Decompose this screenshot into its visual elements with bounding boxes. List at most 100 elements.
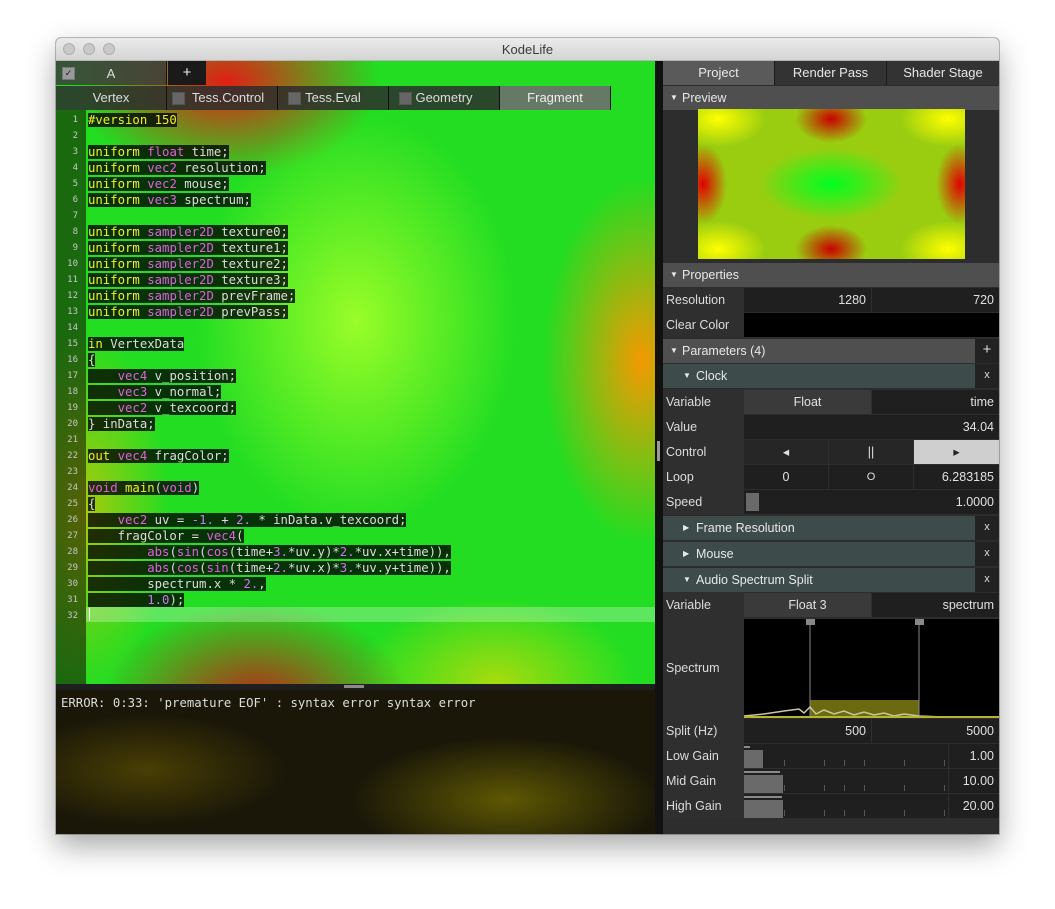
high-split-handle[interactable] (915, 619, 924, 625)
loop-toggle-button[interactable]: O (829, 465, 913, 489)
code-line[interactable]: abs(cos(sin(time+2.*uv.x)*3.*uv.y+time))… (88, 561, 451, 576)
tab-project[interactable]: Project (663, 61, 775, 85)
code-line[interactable]: { (88, 497, 96, 512)
clock-control-label: Control (666, 445, 707, 459)
code-line[interactable]: uniform vec3 spectrum; (88, 193, 251, 208)
chevron-right-icon: ▶ (683, 523, 690, 532)
split-low-field[interactable]: 500 (744, 719, 871, 743)
high-gain-meter[interactable] (744, 794, 948, 818)
pane-splitter[interactable] (655, 61, 663, 834)
speed-slider-handle[interactable] (746, 493, 759, 511)
code-line[interactable]: uniform sampler2D prevPass; (88, 305, 288, 320)
remove-mouse-button[interactable]: x (975, 542, 999, 566)
remove-frame-resolution-button[interactable]: x (975, 516, 999, 540)
code-line[interactable]: 1.0); (88, 593, 185, 608)
resolution-height-field[interactable]: 720 (872, 288, 999, 312)
code-line[interactable]: uniform vec2 resolution; (88, 161, 266, 176)
clock-loop-label: Loop (666, 470, 694, 484)
tab-geometry[interactable]: Geometry (389, 86, 500, 110)
line-number: 6 (72, 195, 78, 205)
clock-speed-slider[interactable]: 1.0000 (744, 490, 999, 514)
clock-variable-name-field[interactable]: time (872, 390, 999, 414)
preview-section-header[interactable]: ▼ Preview (663, 86, 999, 110)
clock-value-field[interactable]: 34.04 (744, 415, 999, 439)
mid-gain-meter[interactable] (744, 769, 948, 793)
line-number: 22 (67, 451, 78, 461)
code-line[interactable]: abs(sin(cos(time+3.*uv.y)*2.*uv.x+time))… (88, 545, 451, 560)
clock-rewind-button[interactable]: ◂ (744, 440, 828, 464)
add-parameter-button[interactable]: + (975, 339, 999, 363)
code-line[interactable]: vec3 v_normal; (88, 385, 222, 400)
clock-loop-row: Loop 0 O 6.283185 (663, 465, 999, 489)
add-document-button[interactable]: + (168, 61, 206, 85)
loop-end-field[interactable]: 6.283185 (914, 465, 999, 489)
low-gain-value[interactable]: 1.00 (949, 744, 999, 768)
tab-tess-eval[interactable]: Tess.Eval (278, 86, 389, 110)
high-gain-label: High Gain (666, 799, 722, 813)
audio-type-select[interactable]: Float 3 (744, 593, 871, 617)
clear-color-swatch[interactable] (744, 313, 999, 337)
code-line[interactable]: void main(void) (88, 481, 200, 496)
resolution-width-field[interactable]: 1280 (744, 288, 871, 312)
tab-shader-stage[interactable]: Shader Stage (887, 61, 999, 85)
chevron-right-icon: ▶ (683, 549, 690, 558)
audio-spectrum-parameter-header[interactable]: ▼ Audio Spectrum Split x (663, 568, 999, 592)
tab-fragment[interactable]: Fragment (500, 86, 611, 110)
editor-pane: ✓ A + Vertex Tess.Control Tess.Eval Geom… (56, 61, 655, 834)
geometry-toggle[interactable] (399, 92, 412, 105)
pane-splitter-grip[interactable] (657, 441, 660, 461)
code-line[interactable]: fragColor = vec4( (88, 529, 244, 544)
tab-render-pass[interactable]: Render Pass (775, 61, 887, 85)
frame-resolution-parameter-header[interactable]: ▶ Frame Resolution x (663, 516, 999, 540)
code-line[interactable]: } inData; (88, 417, 155, 432)
tab-vertex-label: Vertex (92, 90, 130, 105)
doc-tab-a[interactable]: ✓ A (56, 61, 167, 85)
code-line[interactable]: #version 150 (88, 113, 177, 128)
code-line[interactable]: vec4 v_position; (88, 369, 237, 384)
remove-clock-button[interactable]: x (975, 364, 999, 388)
tab-vertex[interactable]: Vertex (56, 86, 167, 110)
low-split-handle[interactable] (806, 619, 815, 625)
low-gain-meter[interactable] (744, 744, 948, 768)
inspector-tab-bar: Project Render Pass Shader Stage (663, 61, 999, 85)
code-line[interactable]: uniform sampler2D texture2; (88, 257, 288, 272)
parameters-section-header[interactable]: ▼ Parameters (4) + (663, 339, 999, 363)
code-line[interactable]: vec2 uv = -1. + 2. * inData.v_texcoord; (88, 513, 407, 528)
shader-stage-tab-bar: Vertex Tess.Control Tess.Eval Geometry F… (56, 86, 655, 110)
remove-audio-spectrum-button[interactable]: x (975, 568, 999, 592)
code-line[interactable]: uniform float time; (88, 145, 229, 160)
tess-eval-toggle[interactable] (288, 92, 301, 105)
spectrum-graph[interactable] (744, 619, 999, 718)
spectrum-svg (744, 619, 999, 718)
code-line[interactable]: in VertexData (88, 337, 185, 352)
clock-pause-button[interactable]: || (829, 440, 913, 464)
line-number: 21 (67, 435, 78, 445)
tab-tess-control[interactable]: Tess.Control (167, 86, 278, 110)
code-line[interactable]: uniform sampler2D prevFrame; (88, 289, 296, 304)
clock-type-select[interactable]: Float (744, 390, 871, 414)
properties-section-header[interactable]: ▼ Properties (663, 263, 999, 287)
audio-variable-label: Variable (666, 598, 711, 612)
code-line[interactable]: vec2 v_texcoord; (88, 401, 237, 416)
code-line[interactable]: uniform vec2 mouse; (88, 177, 229, 192)
code-editor[interactable]: 1 #version 150 2 3 uniform float time; 4 unifo… (56, 110, 655, 684)
splitter-grip[interactable] (344, 685, 364, 688)
audio-variable-name-field[interactable]: spectrum (872, 593, 999, 617)
code-line[interactable]: uniform sampler2D texture1; (88, 241, 288, 256)
line-number: 12 (67, 291, 78, 301)
code-line[interactable]: out vec4 fragColor; (88, 449, 229, 464)
high-gain-row: High Gain 20.00 (663, 794, 999, 818)
tess-control-toggle[interactable] (172, 92, 185, 105)
high-gain-value[interactable]: 20.00 (949, 794, 999, 818)
mouse-parameter-header[interactable]: ▶ Mouse x (663, 542, 999, 566)
code-line[interactable]: uniform sampler2D texture3; (88, 273, 288, 288)
clock-play-button[interactable]: ▸ (914, 440, 999, 464)
code-line[interactable]: spectrum.x * 2., (88, 577, 266, 592)
split-high-field[interactable]: 5000 (872, 719, 999, 743)
code-line[interactable]: { (88, 353, 96, 368)
clock-parameter-header[interactable]: ▼ Clock x (663, 364, 999, 388)
loop-start-field[interactable]: 0 (744, 465, 828, 489)
code-line[interactable]: uniform sampler2D texture0; (88, 225, 288, 240)
line-number: 30 (67, 579, 78, 589)
mid-gain-value[interactable]: 10.00 (949, 769, 999, 793)
